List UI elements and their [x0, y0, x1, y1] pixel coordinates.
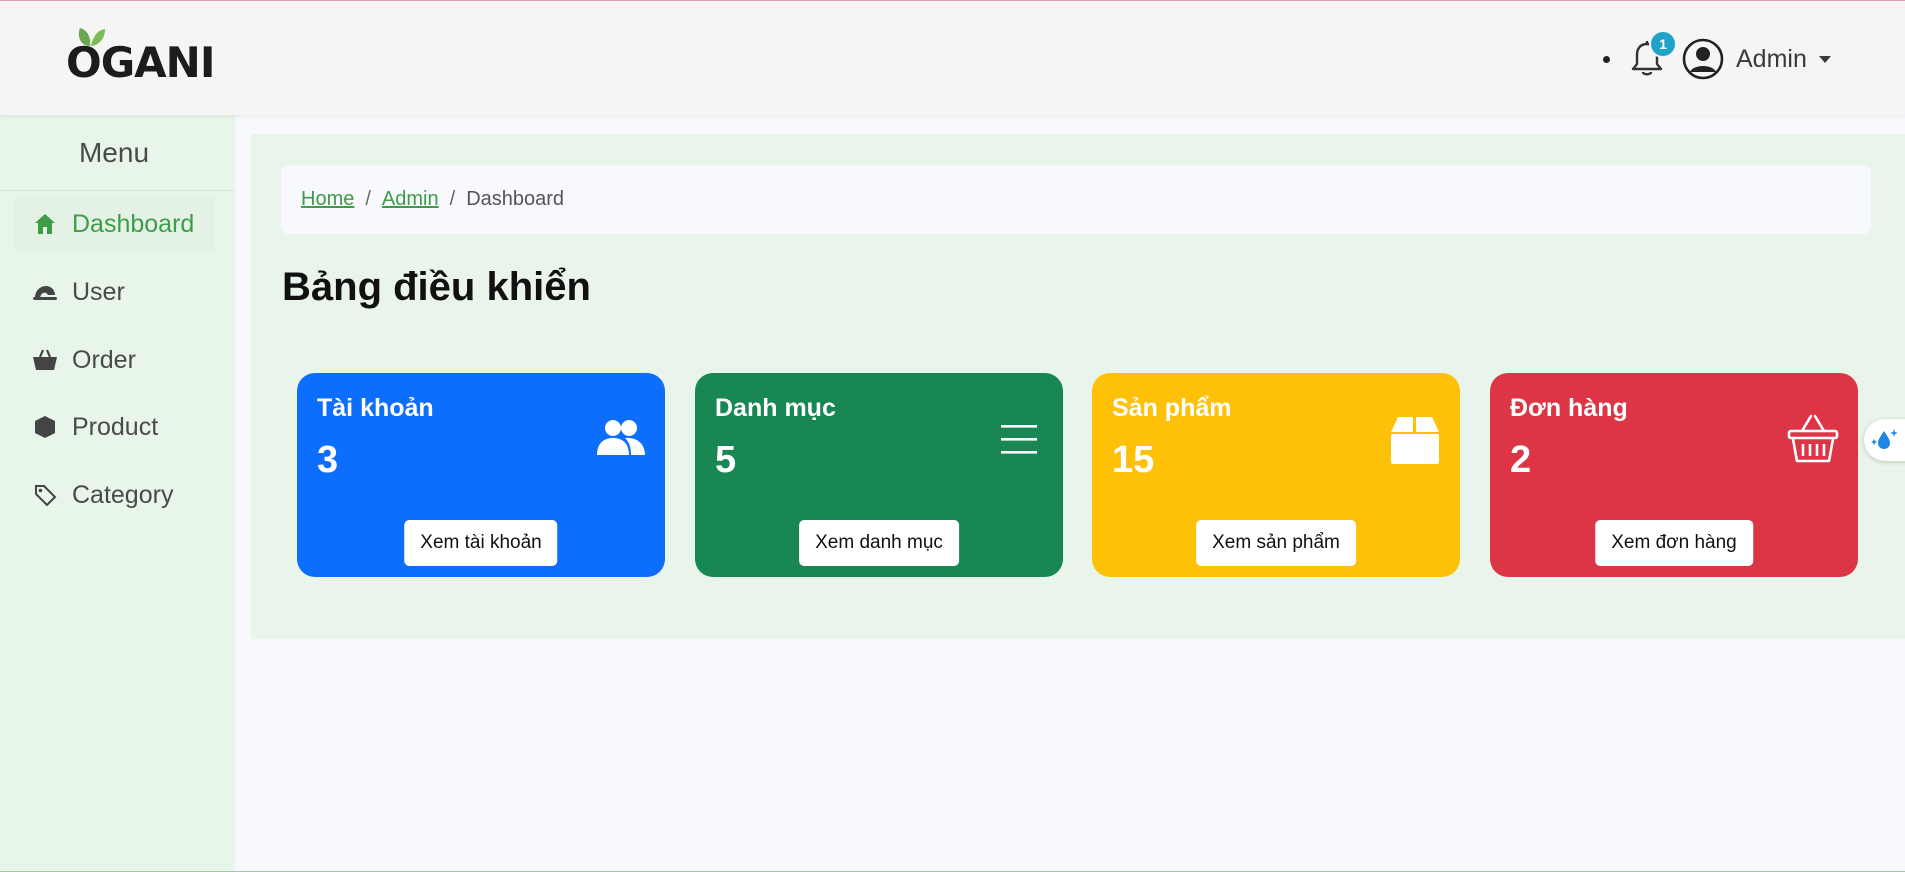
view-categories-button[interactable]: Xem danh mục — [799, 520, 959, 566]
sidebar-divider — [0, 190, 235, 191]
dashboard-panel: Home / Admin / Dashboard Bảng điều khiển… — [251, 134, 1905, 639]
sidebar-item-user[interactable]: User — [14, 265, 214, 319]
sidebar-title: Menu — [78, 137, 150, 168]
view-products-button[interactable]: Xem sản phẩm — [1196, 520, 1356, 566]
breadcrumb-admin-link[interactable]: Admin — [382, 188, 439, 211]
sidebar: Menu Dashboard User Order Product Catego… — [0, 115, 235, 872]
logo-text: OGANI — [66, 38, 215, 87]
card-title: Sản phẩm — [1112, 394, 1232, 422]
basket-icon — [1787, 414, 1839, 463]
sidebar-item-label: Order — [72, 345, 136, 374]
card-title: Tài khoản — [317, 394, 434, 422]
home-icon — [32, 211, 58, 237]
sidebar-item-dashboard[interactable]: Dashboard — [14, 197, 214, 251]
breadcrumb: Home / Admin / Dashboard — [281, 165, 1871, 234]
card-title: Đơn hàng — [1510, 394, 1628, 422]
breadcrumb-separator: / — [365, 188, 371, 210]
view-orders-button[interactable]: Xem đơn hàng — [1595, 520, 1753, 566]
user-circle-icon — [1682, 38, 1724, 80]
page-title: Bảng điều khiển — [282, 265, 591, 309]
logo-link[interactable]: OGANI — [66, 26, 216, 87]
users-icon — [597, 420, 645, 455]
card-value: 3 — [317, 439, 339, 481]
view-accounts-button[interactable]: Xem tài khoản — [404, 520, 558, 566]
sidebar-item-label: User — [72, 277, 125, 306]
header-dot — [1603, 56, 1610, 63]
stat-card-categories: Danh mục 5 Xem danh mục — [695, 373, 1063, 577]
sidebar-item-order[interactable]: Order — [14, 333, 214, 387]
sidebar-item-product[interactable]: Product — [14, 400, 214, 454]
breadcrumb-separator: / — [449, 188, 456, 210]
user-dropdown[interactable]: Admin — [1682, 38, 1842, 80]
caret-down-icon — [1818, 55, 1831, 63]
card-value: 15 — [1112, 439, 1155, 481]
breadcrumb-current: Dashboard — [466, 188, 565, 210]
tag-icon — [32, 482, 58, 508]
list-icon — [1001, 425, 1037, 454]
sidebar-item-category[interactable]: Category — [14, 468, 214, 522]
box-icon — [1391, 417, 1439, 464]
stat-card-products: Sản phẩm 15 Xem sản phẩm — [1092, 373, 1460, 577]
sidebar-item-label: Category — [72, 480, 174, 509]
sidebar-item-label: Dashboard — [72, 209, 195, 238]
user-name: Admin — [1736, 44, 1807, 73]
user-hat-icon — [32, 279, 58, 305]
card-title: Danh mục — [715, 394, 836, 422]
stat-card-orders: Đơn hàng 2 Xem đơn hàng — [1490, 373, 1858, 577]
card-value: 5 — [715, 439, 737, 481]
water-drop-sparkle-icon — [1871, 429, 1898, 449]
sidebar-item-label: Product — [72, 412, 159, 441]
box-icon — [32, 414, 58, 440]
floating-widget-button[interactable] — [1864, 419, 1905, 461]
card-value: 2 — [1510, 439, 1532, 481]
basket-icon — [32, 347, 58, 373]
top-header: OGANI 1 Admin — [0, 2, 1905, 115]
breadcrumb-home-link[interactable]: Home — [301, 188, 354, 211]
notification-count-badge: 1 — [1649, 30, 1677, 58]
stat-card-accounts: Tài khoản 3 Xem tài khoản — [297, 373, 665, 577]
